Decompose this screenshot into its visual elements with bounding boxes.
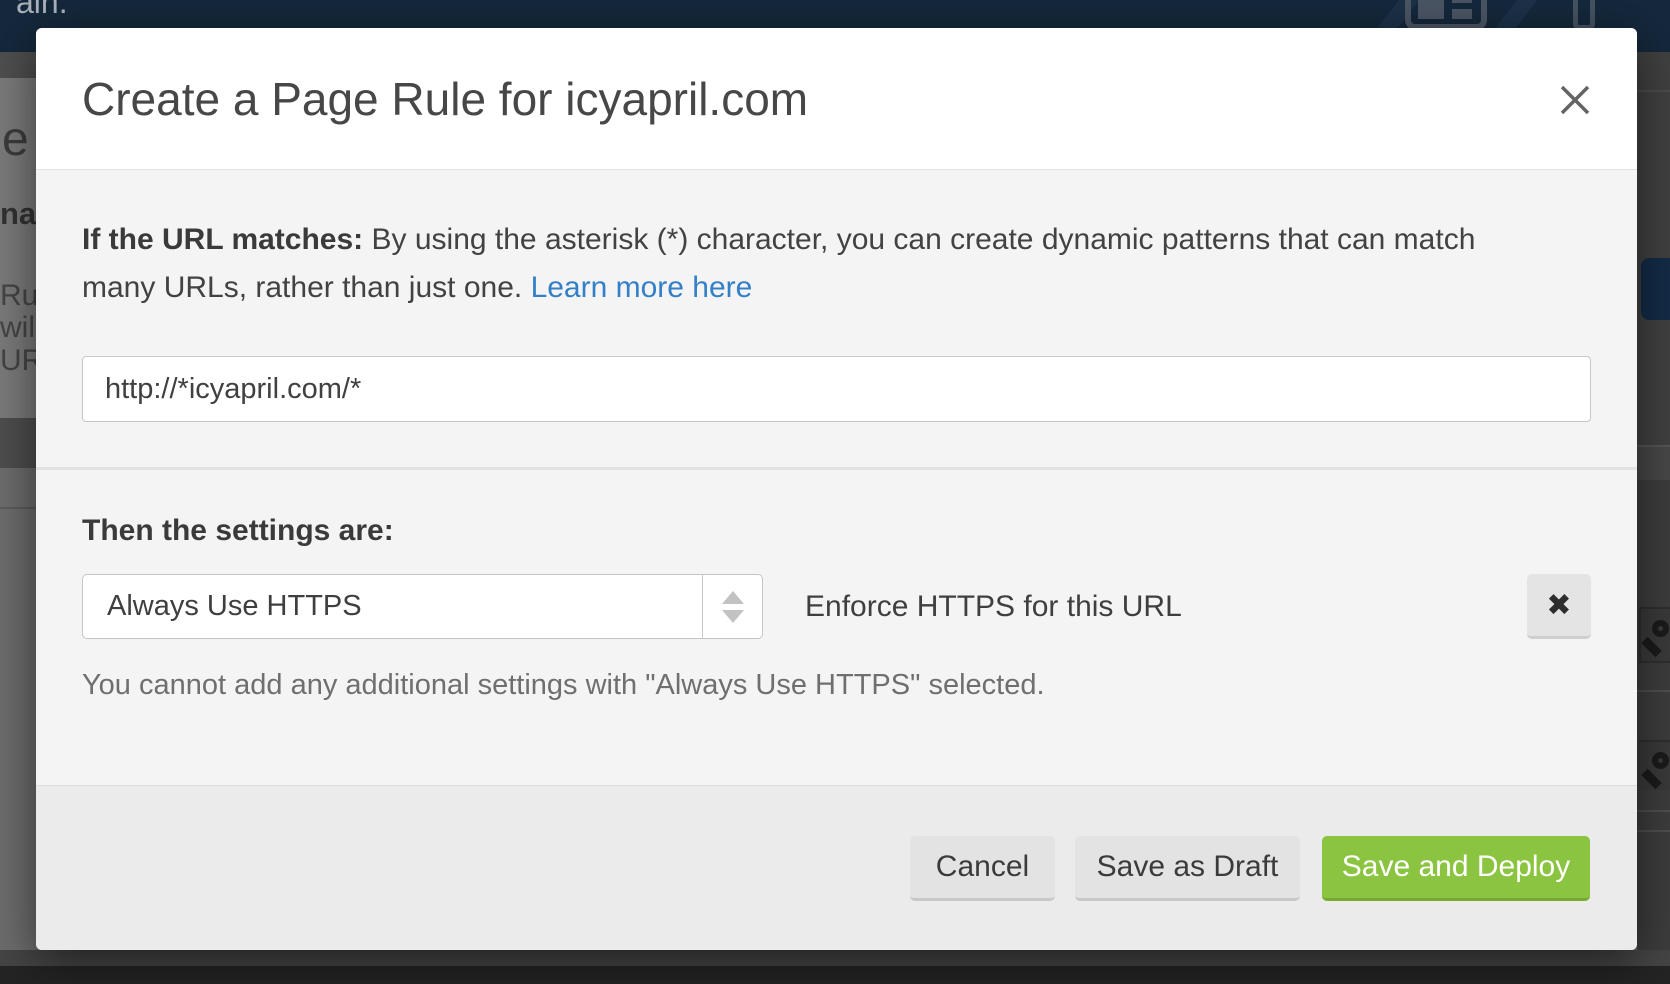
close-icon[interactable] [1555,80,1595,120]
bg-right-line5 [1637,830,1670,832]
header-text-fragment: ain. [16,0,68,21]
settings-note: You cannot add any additional settings w… [82,669,1591,702]
url-match-label: If the URL matches: [82,223,363,256]
bg-heading-fragment: e [2,112,29,167]
bg-left-strip-dark1 [0,52,36,78]
profile-icon[interactable] [1573,0,1595,30]
chevron-up-icon [722,591,744,604]
setting-select[interactable]: Always Use HTTPS [82,574,763,639]
url-match-text-line2: many URLs, rather than just one. [82,271,522,304]
cancel-button[interactable]: Cancel [910,836,1055,901]
create-page-rule-modal: Create a Page Rule for icyapril.com If t… [36,28,1637,950]
bg-right-lower [1637,480,1670,952]
select-spinner-icon[interactable] [702,575,762,638]
wrench-icon-2 [1652,752,1669,769]
setting-select-value: Always Use HTTPS [107,590,362,623]
bg-right-line4 [1637,810,1670,812]
setting-row: Always Use HTTPS Enforce HTTPS for this … [82,574,1591,639]
bg-right-band [1637,447,1670,480]
bg-bottom-strip-dark [0,966,1670,984]
bg-left-strip-lower [0,468,36,952]
bg-right-line1 [1637,90,1670,92]
learn-more-link[interactable]: Learn more here [531,271,753,304]
chevron-down-icon [722,610,744,623]
bg-blue-button-fragment [1641,258,1670,320]
screen: e nav Ru will UR ain. Create a Page Rule… [0,0,1670,984]
url-match-description: If the URL matches: By using the asteris… [82,216,1591,312]
save-and-deploy-button[interactable]: Save and Deploy [1322,836,1590,901]
save-as-draft-button[interactable]: Save as Draft [1075,836,1300,901]
url-pattern-input[interactable] [82,356,1591,422]
setting-description: Enforce HTTPS for this URL [805,590,1182,624]
url-match-text-line1: By using the asterisk (*) character, you… [372,223,1476,256]
layout-columns-icon[interactable] [1405,0,1487,30]
modal-header: Create a Page Rule for icyapril.com [36,28,1637,170]
wrench-icon [1652,620,1669,637]
settings-section: Then the settings are: Always Use HTTPS … [36,470,1637,785]
bg-left-strip-tablehead [0,418,36,468]
remove-x-icon: ✖ [1546,588,1571,623]
bg-right-line3 [1637,690,1670,692]
bg-left-row-line [0,507,36,509]
url-match-section: If the URL matches: By using the asteris… [36,170,1637,470]
modal-footer: Cancel Save as Draft Save and Deploy [36,785,1637,950]
bg-text-fragment-1: Ru [0,279,38,313]
settings-heading: Then the settings are: [82,514,1591,548]
remove-setting-button[interactable]: ✖ [1527,574,1591,639]
modal-title: Create a Page Rule for icyapril.com [82,72,808,126]
